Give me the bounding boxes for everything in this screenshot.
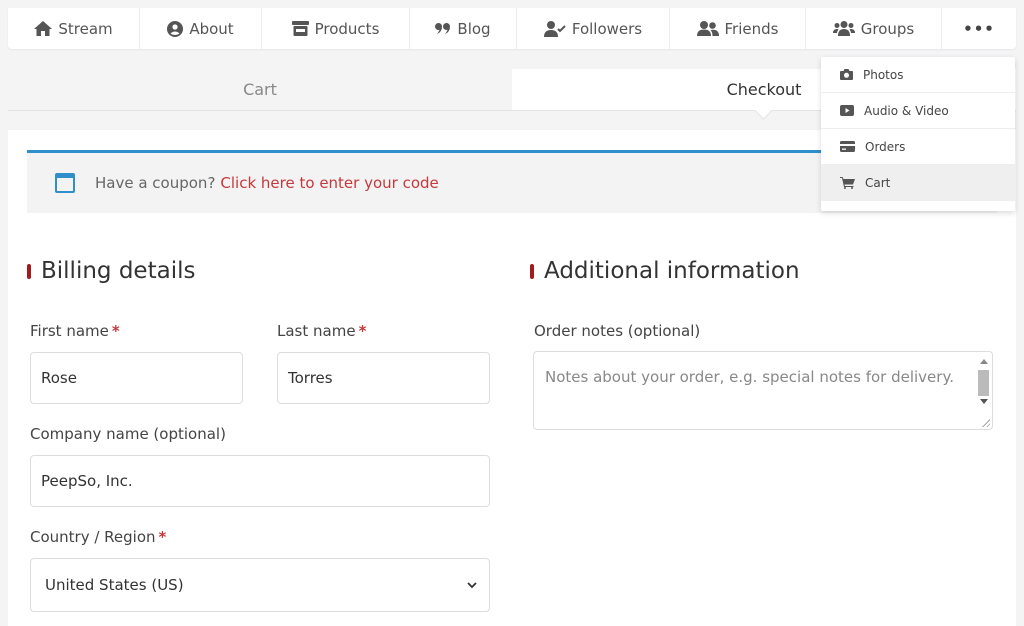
menu-item-audio-video[interactable]: Audio & Video (821, 93, 1015, 129)
scroll-thumb[interactable] (978, 370, 989, 396)
scroll-up-icon[interactable] (980, 359, 988, 364)
additional-title-text: Additional information (544, 258, 800, 284)
order-notes-textarea[interactable]: Notes about your order, e.g. special not… (533, 351, 993, 430)
menu-item-label: Cart (865, 176, 891, 190)
nav-item-products[interactable]: Products (262, 8, 410, 49)
nav-label: About (189, 19, 234, 38)
chevron-down-icon (467, 581, 477, 588)
last-name-label-text: Last name (277, 322, 356, 340)
more-icon: ••• (963, 19, 995, 38)
user-check-icon (543, 20, 566, 37)
title-accent-bar (530, 263, 534, 279)
required-mark: * (111, 322, 120, 340)
profile-nav: Stream About Products Blog Followers Fri… (8, 8, 1016, 49)
nav-item-followers[interactable]: Followers (517, 8, 670, 49)
title-accent-bar (27, 263, 31, 279)
video-icon (840, 105, 854, 116)
country-value: United States (US) (45, 576, 184, 594)
quote-icon (435, 23, 451, 34)
nav-item-stream[interactable]: Stream (8, 8, 140, 49)
nav-label: Followers (571, 19, 643, 38)
company-label-text: Company name (optional) (30, 425, 226, 443)
menu-item-photos[interactable]: Photos (821, 57, 1015, 93)
resize-handle-icon[interactable] (981, 418, 990, 427)
first-name-field[interactable]: Rose (30, 352, 243, 404)
company-label: Company name (optional) (30, 425, 226, 443)
billing-title-text: Billing details (41, 258, 196, 284)
home-icon (34, 21, 53, 36)
order-notes-placeholder: Notes about your order, e.g. special not… (545, 368, 954, 386)
billing-title: Billing details (27, 258, 195, 284)
nav-item-blog[interactable]: Blog (410, 8, 517, 49)
company-value: PeepSo, Inc. (41, 472, 133, 490)
more-menu-button[interactable]: ••• (942, 8, 1016, 49)
textarea-scrollbar[interactable] (977, 355, 990, 427)
user-circle-icon (167, 20, 184, 37)
additional-title: Additional information (530, 258, 800, 284)
coupon-text: Have a coupon? (95, 174, 216, 192)
company-field[interactable]: PeepSo, Inc. (30, 455, 490, 507)
store-icon (291, 21, 309, 36)
country-select[interactable]: United States (US) (30, 558, 490, 612)
nav-item-friends[interactable]: Friends (670, 8, 806, 49)
menu-item-orders[interactable]: Orders (821, 129, 1015, 165)
nav-item-about[interactable]: About (140, 8, 262, 49)
nav-label: Blog (457, 19, 491, 38)
first-name-value: Rose (41, 369, 77, 387)
menu-item-label: Photos (863, 67, 904, 82)
user-friends-icon (696, 21, 719, 36)
nav-item-groups[interactable]: Groups (806, 8, 942, 49)
country-label-text: Country / Region (30, 528, 156, 546)
camera-icon (840, 69, 853, 80)
coupon-link[interactable]: Click here to enter your code (220, 174, 438, 192)
required-mark: * (358, 322, 367, 340)
country-label: Country / Region * (30, 528, 166, 546)
first-name-label: First name * (30, 322, 120, 340)
last-name-label: Last name * (277, 322, 366, 340)
required-mark: * (158, 528, 167, 546)
first-name-label-text: First name (30, 322, 109, 340)
last-name-value: Torres (288, 369, 333, 387)
more-dropdown-menu: Photos Audio & Video Orders Cart (821, 57, 1015, 211)
nav-label: Products (314, 19, 380, 38)
tab-cart[interactable]: Cart (8, 69, 512, 110)
menu-item-label: Orders (865, 139, 906, 154)
cart-icon (840, 177, 855, 189)
nav-label: Friends (724, 19, 779, 38)
menu-item-label: Audio & Video (864, 103, 949, 118)
calendar-icon (55, 173, 75, 193)
menu-item-cart[interactable]: Cart (821, 165, 1015, 201)
nav-label: Groups (860, 19, 915, 38)
order-notes-label: Order notes (optional) (534, 322, 700, 340)
scroll-down-icon[interactable] (980, 399, 988, 404)
last-name-field[interactable]: Torres (277, 352, 490, 404)
users-icon (832, 21, 855, 36)
order-notes-label-text: Order notes (optional) (534, 322, 701, 340)
credit-card-icon (840, 141, 855, 152)
nav-label: Stream (58, 19, 113, 38)
